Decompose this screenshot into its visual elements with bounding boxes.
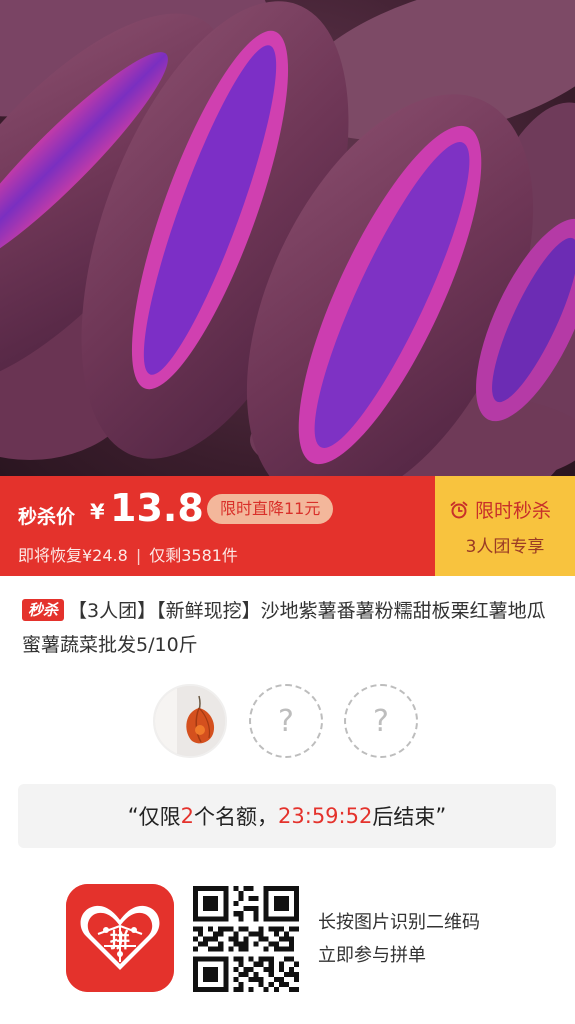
sweet-potato-illustration [0, 0, 575, 476]
quote-open: “ [127, 804, 139, 828]
price-drop-badge: 限时直降11元 [207, 494, 334, 524]
empty-slot-mark: ? [373, 703, 389, 739]
product-title-text: 【3人团】【新鲜现挖】沙地紫薯番薯粉糯甜板栗红薯地瓜蜜薯蔬菜批发5/10斤 [22, 600, 546, 656]
flash-sale-title: 限时秒杀 [449, 496, 551, 523]
alarm-clock-icon [450, 501, 468, 518]
qr-instruction-line1: 长按图片识别二维码 [318, 912, 480, 933]
empty-slot-avatar: ? [344, 684, 418, 758]
qr-instruction-line2: 立即参与拼单 [318, 945, 426, 966]
countdown-prefix: 仅限 [138, 805, 181, 829]
qr-code[interactable] [193, 886, 299, 992]
price-currency: ¥ [90, 500, 105, 524]
product-title: 秒杀 【3人团】【新鲜现挖】沙地紫薯番薯粉糯甜板栗红薯地瓜蜜薯蔬菜批发5/10斤 [22, 594, 557, 662]
flash-sale-tag: 秒杀 [22, 599, 65, 621]
flash-sale-panel: 限时秒杀 3人团专享 [435, 476, 575, 576]
logo-char: 拼 [110, 928, 130, 952]
countdown-middle: 个名额， [194, 805, 279, 829]
price-banner: 秒杀价 ¥ 13.8 限时直降11元 即将恢复¥24.8 | 仅剩3581件 限时秒… [0, 476, 575, 576]
price-panel: 秒杀价 ¥ 13.8 限时直降11元 即将恢复¥24.8 | 仅剩3581件 [0, 476, 435, 576]
group-members: ? ? [0, 684, 575, 764]
empty-slot-avatar: ? [249, 684, 323, 758]
price-value: 13.8 [110, 486, 204, 530]
countdown-suffix: 后结束 [372, 805, 436, 829]
qr-instructions: 长按图片识别二维码 立即参与拼单 [318, 906, 480, 972]
countdown-timer: 23:59:52 [278, 804, 373, 828]
remaining-slots-count: 2 [180, 804, 195, 828]
quote-close: ” [435, 804, 447, 828]
price-separator: | [135, 546, 142, 565]
price-label: 秒杀价 [18, 506, 76, 528]
pinduoduo-logo: 拼 [66, 884, 174, 992]
physalis-avatar-icon [155, 686, 225, 756]
restore-price-text: 即将恢复¥24.8 [18, 546, 128, 565]
group-exclusive-text: 3人团专享 [465, 537, 545, 557]
stock-remaining-text: 仅剩3581件 [149, 546, 238, 565]
group-host-avatar [153, 684, 227, 758]
price-subline: 即将恢复¥24.8 | 仅剩3581件 [18, 542, 238, 566]
product-hero-image [0, 0, 575, 476]
flash-sale-title-text: 限时秒杀 [475, 500, 552, 522]
empty-slot-mark: ? [278, 703, 294, 739]
countdown-box: “仅限 2 个名额， 23:59:52 后结束” [18, 784, 556, 848]
qr-code-icon [193, 886, 299, 992]
